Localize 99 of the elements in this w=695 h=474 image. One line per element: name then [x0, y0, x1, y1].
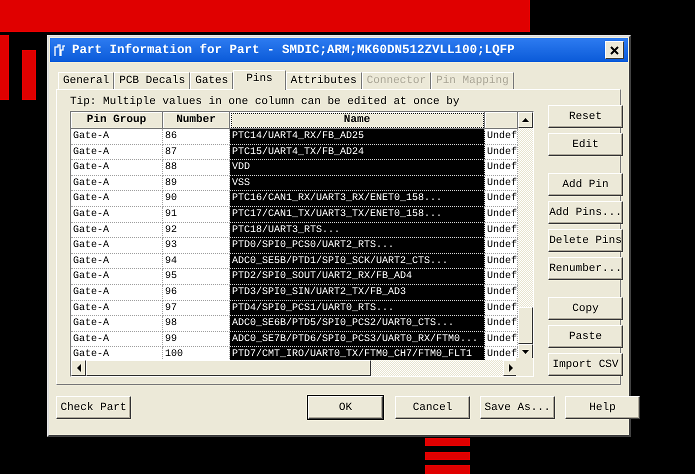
- table-cell: PTC15/UART4_TX/FB_AD24: [230, 144, 485, 160]
- scroll-left-button[interactable]: [71, 360, 86, 376]
- table-cell: 86: [163, 129, 230, 145]
- table-cell: Gate-A: [71, 191, 163, 207]
- table-cell: PTD4/SPI0_PCS1/UART0_RTS...: [230, 300, 485, 316]
- dialog-button[interactable]: Check Part: [56, 396, 131, 419]
- table-cell: Undef: [485, 191, 518, 207]
- dialog-button[interactable]: Cancel: [395, 396, 470, 419]
- tab[interactable]: Attributes: [286, 72, 362, 89]
- table-cell: Gate-A: [71, 332, 163, 348]
- tab[interactable]: General: [58, 72, 114, 89]
- table-cell: 99: [163, 332, 230, 348]
- table-cell: Undef: [485, 160, 518, 176]
- table-cell: PTC16/CAN1_RX/UART3_RX/ENET0_158...: [230, 191, 485, 207]
- table-cell: 91: [163, 206, 230, 223]
- table-cell: Gate-A: [71, 269, 163, 285]
- table-cell: 90: [163, 191, 230, 207]
- table-cell: Undef: [485, 284, 518, 301]
- table-cell: VSS: [230, 176, 485, 192]
- table-cell: PTD3/SPI0_SIN/UART2_TX/FB_AD3: [230, 284, 485, 301]
- table-cell: 97: [163, 300, 230, 316]
- table-cell: 95: [163, 269, 230, 285]
- column-header[interactable]: Pin Group: [71, 112, 163, 129]
- table-cell: Gate-A: [71, 300, 163, 316]
- table-cell: Undef: [485, 176, 518, 192]
- table-cell: Gate-A: [71, 160, 163, 176]
- dialog-button[interactable]: Help: [565, 396, 640, 419]
- column-header[interactable]: [485, 112, 518, 129]
- table-cell: Undef: [485, 300, 518, 316]
- side-button[interactable]: Add Pins...: [548, 201, 623, 224]
- tab[interactable]: PCB Decals: [114, 72, 190, 89]
- table-cell: PTC14/UART4_RX/FB_AD25: [230, 129, 485, 145]
- table-cell: Undef: [485, 254, 518, 270]
- side-button[interactable]: Delete Pins: [548, 229, 623, 252]
- horizontal-scrollbar[interactable]: [86, 360, 503, 376]
- table-cell: PTC18/UART3_RTS...: [230, 222, 485, 238]
- table-cell: 93: [163, 238, 230, 254]
- table-cell: 96: [163, 284, 230, 301]
- table-cell: Undef: [485, 332, 518, 348]
- table-cell: 94: [163, 254, 230, 270]
- table-cell: Undef: [485, 269, 518, 285]
- table-cell: ADC0_SE6B/PTD5/SPI0_PCS2/UART0_CTS...: [230, 316, 485, 332]
- scroll-thumb[interactable]: [86, 360, 371, 376]
- table-cell: Undef: [485, 129, 518, 145]
- table-cell: VDD: [230, 160, 485, 176]
- tip-text: Tip: Multiple values in one column can be edited at once by: [70, 96, 460, 108]
- table-cell: Undef: [485, 316, 518, 332]
- table-cell: Gate-A: [71, 129, 163, 145]
- table-cell: 89: [163, 176, 230, 192]
- table-cell: Undef: [485, 222, 518, 238]
- table-cell: Gate-A: [71, 284, 163, 301]
- table-cell: 98: [163, 316, 230, 332]
- close-button[interactable]: [605, 41, 624, 59]
- background-stripe: [425, 465, 470, 474]
- column-header[interactable]: Number: [163, 112, 230, 129]
- window-title: Part Information for Part - SMDIC;ARM;MK60DN512ZVLL100;LQFP: [72, 43, 515, 57]
- dialog-button[interactable]: Save As...: [480, 396, 555, 419]
- up-arrow-icon: [522, 118, 529, 122]
- table-cell: PTD0/SPI0_PCS0/UART2_RTS...: [230, 238, 485, 254]
- side-button[interactable]: Paste: [548, 325, 623, 348]
- table-cell: Gate-A: [71, 144, 163, 160]
- table-cell: ADC0_SE7B/PTD6/SPI0_PCS3/UART0_RX/FTM0...: [230, 332, 485, 348]
- tab[interactable]: Pins: [233, 70, 286, 90]
- table-cell: Gate-A: [71, 176, 163, 192]
- table-cell: Gate-A: [71, 206, 163, 223]
- background-stripe: [22, 50, 36, 100]
- table-cell: 88: [163, 160, 230, 176]
- table-cell: 92: [163, 222, 230, 238]
- table-cell: PTC17/CAN1_TX/UART3_TX/ENET0_158...: [230, 206, 485, 223]
- table-cell: Gate-A: [71, 238, 163, 254]
- left-arrow-icon: [77, 364, 81, 372]
- dialog-button[interactable]: OK: [308, 396, 383, 419]
- background-stripe: [425, 452, 470, 460]
- table-cell: Undef: [485, 206, 518, 223]
- side-button[interactable]: Edit: [548, 133, 623, 156]
- vertical-scrollbar[interactable]: [518, 128, 533, 344]
- right-arrow-icon: [509, 364, 513, 372]
- side-button[interactable]: Reset: [548, 105, 623, 128]
- table-cell: Gate-A: [71, 254, 163, 270]
- side-button[interactable]: Add Pin: [548, 173, 623, 196]
- side-button[interactable]: Copy: [548, 297, 623, 320]
- side-button[interactable]: Import CSV: [548, 353, 623, 376]
- background-stripe: [0, 35, 9, 100]
- background-stripe: [425, 438, 470, 446]
- table-cell: Gate-A: [71, 222, 163, 238]
- table-cell: 87: [163, 144, 230, 160]
- table-cell: ADC0_SE5B/PTD1/SPI0_SCK/UART2_CTS...: [230, 254, 485, 270]
- scroll-up-button[interactable]: [518, 112, 533, 128]
- table-cell: PTD2/SPI0_SOUT/UART2_RX/FB_AD4: [230, 269, 485, 285]
- scroll-thumb[interactable]: [518, 307, 533, 344]
- close-icon: [610, 46, 619, 54]
- app-icon: [54, 44, 66, 56]
- table-cell: Undef: [485, 238, 518, 254]
- table-cell: Gate-A: [71, 316, 163, 332]
- column-header[interactable]: Name: [230, 112, 485, 129]
- side-button[interactable]: Renumber...: [548, 257, 623, 280]
- down-arrow-icon: [522, 350, 529, 354]
- tab[interactable]: Gates: [190, 72, 234, 89]
- table-cell: Undef: [485, 144, 518, 160]
